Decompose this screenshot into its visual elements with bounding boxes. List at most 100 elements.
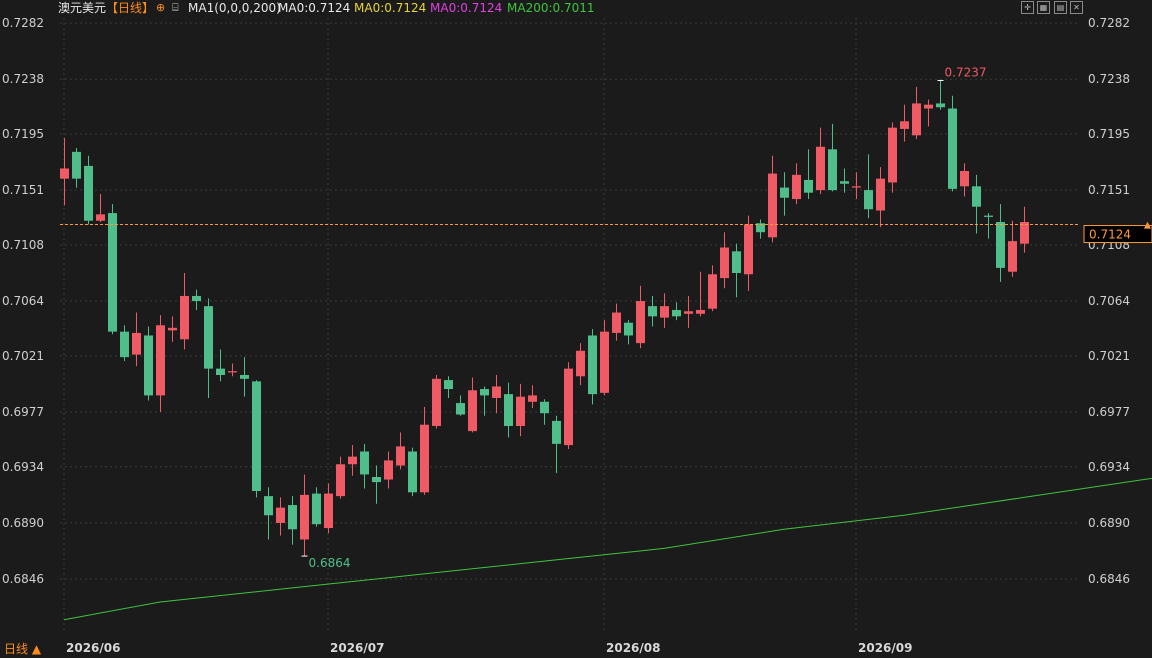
candle-body[interactable]: [324, 493, 333, 528]
candle-body[interactable]: [408, 451, 417, 493]
candle-body[interactable]: [564, 368, 573, 446]
candle-body[interactable]: [972, 186, 981, 207]
candle-body[interactable]: [252, 381, 261, 492]
candle-body[interactable]: [636, 301, 645, 344]
current-price-label: 0.7124: [1089, 228, 1131, 242]
candle-body[interactable]: [456, 403, 465, 415]
candle-body[interactable]: [528, 395, 537, 402]
candle-body[interactable]: [240, 375, 249, 379]
candle-body[interactable]: [168, 327, 177, 331]
y-tick-label-left: 0.7282: [2, 16, 44, 30]
low-annotation: 0.6864: [309, 556, 351, 570]
candle-body[interactable]: [372, 477, 381, 483]
y-tick-label-left: 0.7064: [2, 294, 44, 308]
candle-body[interactable]: [648, 306, 657, 317]
candle-body[interactable]: [132, 332, 141, 355]
candle-body[interactable]: [96, 214, 105, 221]
candle-body[interactable]: [444, 380, 453, 390]
y-tick-label-left: 0.6846: [2, 572, 44, 586]
candle-body[interactable]: [1008, 241, 1017, 272]
candle-body[interactable]: [960, 171, 969, 187]
candle-body[interactable]: [852, 186, 861, 188]
candle-body[interactable]: [984, 215, 993, 217]
candle-body[interactable]: [840, 181, 849, 184]
ma200-line: [63, 477, 1152, 621]
candle-body[interactable]: [432, 378, 441, 426]
candlestick-chart[interactable]: 0.7282 0.7282 0.7238 0.7238 0.7195 0.7195 0.71…: [0, 0, 1152, 658]
y-tick-label-left: 0.6890: [2, 516, 44, 530]
candle-body[interactable]: [696, 309, 705, 314]
candle-body[interactable]: [744, 224, 753, 275]
candle-body[interactable]: [768, 173, 777, 238]
x-tick-label: 2026/06: [66, 641, 120, 655]
y-tick-label-right: 0.7238: [1088, 72, 1130, 86]
candle-body[interactable]: [216, 368, 225, 375]
candle-body[interactable]: [468, 390, 477, 432]
candle-body[interactable]: [900, 121, 909, 129]
candle-body[interactable]: [684, 311, 693, 314]
candle-body[interactable]: [156, 325, 165, 396]
candle-body[interactable]: [504, 394, 513, 426]
y-tick-label-right: 0.6977: [1088, 405, 1130, 419]
candle-body[interactable]: [924, 104, 933, 109]
y-tick-label-left: 0.7195: [2, 127, 44, 141]
candle-body[interactable]: [780, 187, 789, 198]
candle-body[interactable]: [312, 493, 321, 525]
candle-body[interactable]: [948, 108, 957, 189]
candle-body[interactable]: [828, 149, 837, 191]
candle-body[interactable]: [600, 331, 609, 393]
candle-body[interactable]: [588, 335, 597, 395]
candle-body[interactable]: [84, 165, 93, 221]
candle-body[interactable]: [360, 451, 369, 475]
candle-body[interactable]: [480, 389, 489, 396]
y-tick-label-right: 0.7282: [1088, 16, 1130, 30]
candle-body[interactable]: [384, 460, 393, 480]
candle-body[interactable]: [1020, 222, 1029, 244]
y-tick-label-left: 0.7021: [2, 349, 44, 363]
candle-body[interactable]: [936, 103, 945, 108]
candle-body[interactable]: [732, 251, 741, 273]
candle-body[interactable]: [624, 322, 633, 336]
candle-body[interactable]: [876, 178, 885, 211]
candle-body[interactable]: [192, 295, 201, 302]
candle-body[interactable]: [912, 103, 921, 136]
y-tick-label-left: 0.7108: [2, 238, 44, 252]
y-tick-label-right: 0.7195: [1088, 127, 1130, 141]
candle-body[interactable]: [708, 274, 717, 309]
candle-body[interactable]: [300, 494, 309, 540]
candle-body[interactable]: [540, 401, 549, 414]
candle-body[interactable]: [888, 127, 897, 183]
candle-body[interactable]: [276, 507, 285, 523]
period-selector[interactable]: 日线 ▲: [4, 640, 41, 657]
candle-body[interactable]: [60, 168, 69, 179]
candle-body[interactable]: [816, 146, 825, 191]
candle-body[interactable]: [108, 213, 117, 332]
candle-body[interactable]: [120, 331, 129, 358]
candle-body[interactable]: [804, 179, 813, 193]
candle-body[interactable]: [864, 190, 873, 210]
candle-body[interactable]: [516, 396, 525, 426]
candle-body[interactable]: [612, 312, 621, 333]
candle-body[interactable]: [792, 174, 801, 200]
candle-body[interactable]: [420, 424, 429, 493]
candle-body[interactable]: [144, 335, 153, 396]
candle-body[interactable]: [72, 151, 81, 179]
candle-body[interactable]: [576, 350, 585, 377]
candle-body[interactable]: [348, 456, 357, 465]
candle-body[interactable]: [492, 386, 501, 398]
candle-body[interactable]: [660, 306, 669, 318]
candle-body[interactable]: [180, 295, 189, 340]
y-tick-label-right: 0.6890: [1088, 516, 1130, 530]
candle-body[interactable]: [720, 247, 729, 279]
candle-body[interactable]: [288, 505, 297, 530]
candle-body[interactable]: [552, 420, 561, 444]
x-tick-label: 2026/07: [330, 641, 384, 655]
candle-body[interactable]: [672, 309, 681, 317]
candle-body[interactable]: [204, 306, 213, 369]
candle-body[interactable]: [396, 446, 405, 466]
y-tick-label-right: 0.7064: [1088, 294, 1130, 308]
candle-body[interactable]: [996, 222, 1005, 268]
candle-body[interactable]: [228, 371, 237, 373]
candle-body[interactable]: [336, 464, 345, 497]
candle-body[interactable]: [264, 496, 273, 516]
